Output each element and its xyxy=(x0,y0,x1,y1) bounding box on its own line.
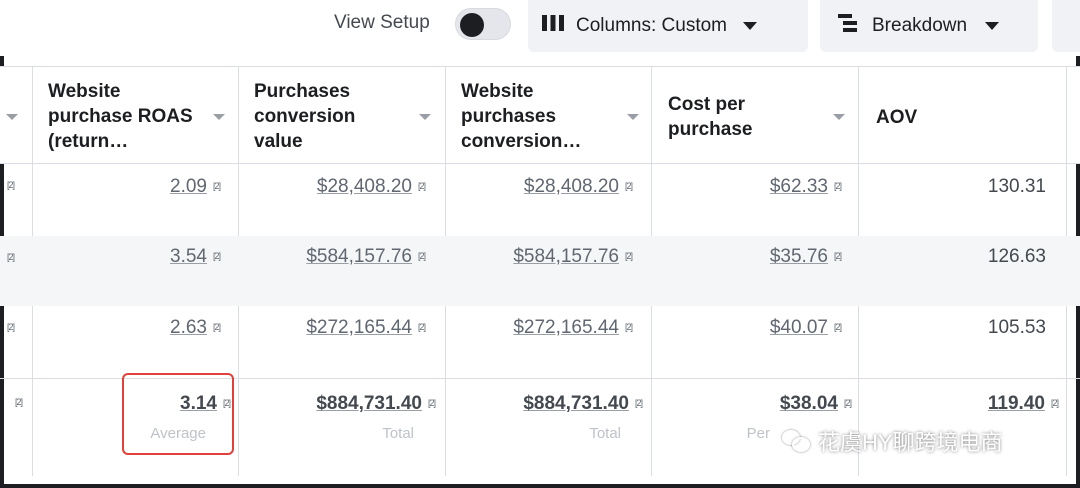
info-icon: [2] xyxy=(427,398,436,408)
info-icon: [2] xyxy=(833,322,842,332)
info-icon: [2] xyxy=(417,181,426,191)
cost-per-purchase-cell[interactable]: $62.33 [2] xyxy=(653,176,842,198)
column-divider xyxy=(32,67,33,165)
info-icon: [2] xyxy=(417,251,426,261)
table-header-row: Website purchase ROAS (return… Purchases… xyxy=(0,66,1080,165)
aov-cell: 105.53 xyxy=(987,317,1046,338)
website-value-cell[interactable]: $28,408.20 [2] xyxy=(447,176,633,198)
website-value-total-label: Total xyxy=(589,425,621,442)
column-divider xyxy=(1066,67,1067,165)
info-icon[interactable]: [2] xyxy=(0,317,15,339)
toolbar: View Setup Columns: Custom Breakdown xyxy=(0,0,1080,56)
info-icon[interactable]: [2] xyxy=(0,175,15,197)
sort-caret-icon[interactable] xyxy=(6,114,18,120)
purchases-value-cell[interactable]: $272,165.44 [2] xyxy=(240,317,426,339)
column-divider xyxy=(238,67,239,165)
view-setup-label: View Setup xyxy=(334,12,430,33)
purchases-value-total-cell[interactable]: $884,731.40 [2] xyxy=(240,393,436,415)
aov-cell: 130.31 xyxy=(987,176,1046,197)
purchases-value-total-label: Total xyxy=(382,425,414,442)
table-row: [2] 2.09 [2] $28,408.20 [2] $28,408.20 [2] … xyxy=(0,164,1080,234)
info-icon: [2] xyxy=(624,251,633,261)
breakdown-icon xyxy=(838,13,858,39)
columns-button[interactable]: Columns: Custom xyxy=(528,0,808,52)
watermark: 花虞HY聊跨境电商 xyxy=(782,425,1003,457)
info-icon: [2] xyxy=(212,181,221,191)
aov-total-cell[interactable]: 119.40 [2] xyxy=(860,393,1059,415)
info-icon: [2] xyxy=(417,322,426,332)
website-value-total-cell[interactable]: $884,731.40 [2] xyxy=(447,393,643,415)
info-icon: [2] xyxy=(843,398,852,408)
header-website-purchase-roas[interactable]: Website purchase ROAS (return… xyxy=(48,79,198,154)
view-setup-toggle[interactable] xyxy=(455,8,511,40)
purchases-value-cell[interactable]: $28,408.20 [2] xyxy=(240,176,426,198)
cost-per-purchase-total-label: Per xyxy=(746,425,770,442)
info-icon: [2] xyxy=(833,251,842,261)
breakdown-button[interactable]: Breakdown xyxy=(820,0,1038,52)
info-icon: [2] xyxy=(624,181,633,191)
header-cost-per-purchase[interactable]: Cost per purchase xyxy=(668,92,808,142)
table-row: [2] 2.63 [2] $272,165.44 [2] $272,165.44 [2… xyxy=(0,306,1080,378)
sort-caret-icon[interactable] xyxy=(833,114,845,120)
info-icon: [2] xyxy=(833,181,842,191)
caret-down-icon xyxy=(985,22,1000,30)
table-row: [2] 3.54 [2] $584,157.76 [2] $584,157.76 [2… xyxy=(0,236,1080,306)
cost-per-purchase-total-cell[interactable]: $38.04 [2] xyxy=(653,393,852,415)
window-frame-bottom xyxy=(0,484,1080,488)
toggle-knob xyxy=(460,13,484,37)
roas-cell[interactable]: 2.63 [2] xyxy=(40,317,221,339)
roas-cell[interactable]: 3.54 [2] xyxy=(40,246,221,268)
purchases-value-cell[interactable]: $584,157.76 [2] xyxy=(240,246,426,268)
info-icon[interactable]: [2] xyxy=(0,247,15,269)
caret-down-icon xyxy=(743,22,757,30)
toolbar-overflow-button[interactable] xyxy=(1052,0,1080,52)
cost-per-purchase-cell[interactable]: $35.76 [2] xyxy=(653,246,842,268)
aov-cell: 126.63 xyxy=(987,246,1046,267)
columns-icon xyxy=(542,14,564,38)
columns-label: Columns: Custom xyxy=(576,15,727,36)
header-purchases-conversion-value[interactable]: Purchases conversion value xyxy=(254,79,404,154)
breakdown-label: Breakdown xyxy=(872,15,968,36)
sort-caret-icon[interactable] xyxy=(627,114,639,120)
info-icon: [2] xyxy=(212,322,221,332)
header-website-purchases-conversion[interactable]: Website purchases conversion… xyxy=(461,79,601,154)
sort-caret-icon[interactable] xyxy=(419,114,431,120)
info-icon: [2] xyxy=(212,251,221,261)
cost-per-purchase-cell[interactable]: $40.07 [2] xyxy=(653,317,842,339)
roas-cell[interactable]: 2.09 [2] xyxy=(40,176,221,198)
info-icon: [2] xyxy=(634,398,643,408)
column-divider xyxy=(651,67,652,165)
column-divider xyxy=(445,67,446,165)
highlight-box xyxy=(122,373,234,455)
sort-caret-icon[interactable] xyxy=(213,114,225,120)
info-icon[interactable]: [2] xyxy=(0,392,23,414)
watermark-text: 花虞HY聊跨境电商 xyxy=(818,430,1003,455)
column-divider xyxy=(858,67,859,165)
wechat-icon xyxy=(782,428,812,454)
website-value-cell[interactable]: $584,157.76 [2] xyxy=(447,246,633,268)
header-aov[interactable]: AOV xyxy=(876,105,976,130)
info-icon: [2] xyxy=(1050,398,1059,408)
website-value-cell[interactable]: $272,165.44 [2] xyxy=(447,317,633,339)
info-icon: [2] xyxy=(624,322,633,332)
